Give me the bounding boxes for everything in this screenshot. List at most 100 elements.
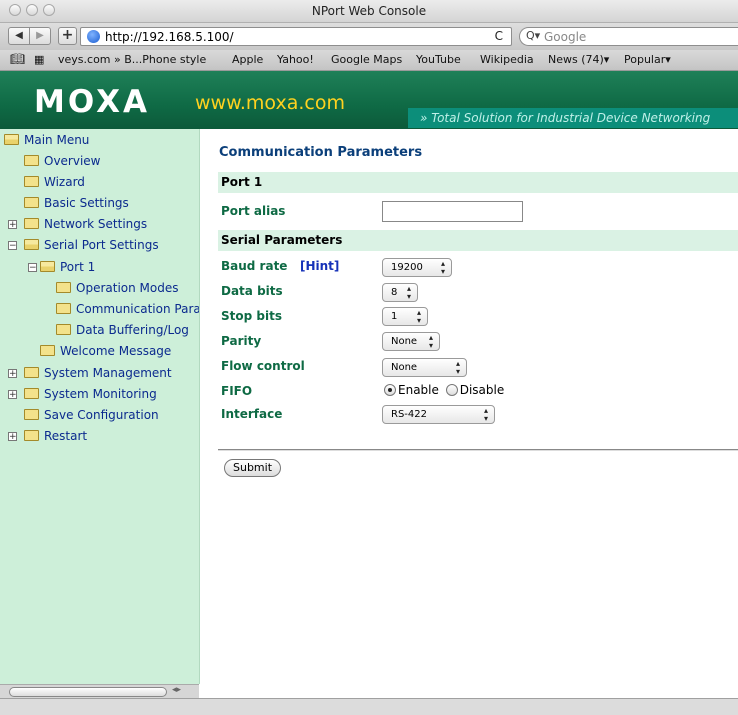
folder-icon [24, 388, 39, 399]
folder-icon [24, 176, 39, 187]
moxa-banner: MOXA www.moxa.com » Total Solution for I… [0, 71, 738, 129]
hint-link[interactable]: [Hint] [300, 259, 339, 273]
sidebar-item-label: Overview [44, 154, 101, 168]
back-button[interactable]: ◀ [8, 27, 30, 45]
select-arrows-icon: ▴ ▾ [483, 406, 488, 423]
bookmark-google-maps[interactable]: Google Maps [331, 53, 402, 66]
expand-icon[interactable]: + [8, 390, 17, 400]
sidebar-item-label: Main Menu [24, 133, 90, 147]
sidebar-item-wizard[interactable]: Wizard [24, 175, 85, 189]
sidebar-item-label: Restart [44, 429, 88, 443]
slogan: » Total Solution for Industrial Device N… [408, 108, 738, 128]
folder-icon [24, 197, 39, 208]
grid-icon[interactable]: ▦ [34, 53, 44, 66]
forward-button[interactable]: ▶ [29, 27, 51, 45]
fifo-label: FIFO [221, 384, 253, 398]
select-arrows-icon: ▴ ▾ [428, 333, 433, 350]
bookmark-youtube[interactable]: YouTube [416, 53, 461, 66]
parity-select[interactable]: None ▴ ▾ [382, 332, 440, 351]
sidebar-item-serial-port-settings[interactable]: Serial Port Settings [24, 238, 159, 252]
sidebar-item-save-configuration[interactable]: Save Configuration [24, 408, 159, 422]
baud-rate-text: Baud rate [221, 259, 288, 273]
fifo-enable-radio[interactable] [384, 384, 396, 396]
sidebar-item-network-settings[interactable]: Network Settings [24, 217, 147, 231]
flow-control-select[interactable]: None ▴ ▾ [382, 358, 467, 377]
folder-icon [24, 409, 39, 420]
flow-control-value: None [391, 362, 418, 373]
parity-label: Parity [221, 334, 262, 348]
site-link[interactable]: www.moxa.com [195, 92, 345, 114]
site-globe-icon [87, 30, 100, 43]
section-serial-parameters: Serial Parameters [218, 230, 738, 251]
fifo-disable-radio[interactable] [445, 384, 458, 396]
expand-icon[interactable]: + [8, 432, 17, 442]
folder-icon [24, 155, 39, 166]
port-alias-input[interactable] [382, 201, 523, 222]
sidebar-item-label: System Management [44, 366, 172, 380]
address-bar[interactable]: http://192.168.5.100/ C [80, 27, 512, 46]
browser-toolbar: ◀ ▶ + http://192.168.5.100/ C Q▾ Google [0, 23, 738, 50]
baud-rate-label: Baud rate [Hint] [221, 259, 339, 273]
port-alias-label: Port alias [221, 204, 286, 218]
search-icon: Q▾ [526, 29, 541, 42]
data-bits-label: Data bits [221, 284, 283, 298]
sidebar-item-restart[interactable]: Restart [24, 429, 87, 443]
select-arrows-icon: ▴ ▾ [455, 359, 460, 376]
sidebar-item-label: Wizard [44, 175, 85, 189]
interface-value: RS-422 [391, 409, 427, 420]
collapse-icon[interactable]: − [28, 263, 37, 273]
status-bar [0, 698, 738, 715]
sidebar-item-system-monitoring[interactable]: System Monitoring [24, 387, 157, 401]
sidebar-item-main-menu[interactable]: Main Menu [4, 133, 89, 147]
bookmark-popular[interactable]: Popular▾ [624, 53, 671, 66]
bookmark-wikipedia[interactable]: Wikipedia [480, 53, 534, 66]
sidebar-item-port-1[interactable]: Port 1 [40, 260, 95, 274]
baud-rate-select[interactable]: 19200 ▴ ▾ [382, 258, 452, 277]
open-book-icon[interactable]: 📖︎ [10, 52, 25, 66]
folder-icon [24, 218, 39, 229]
interface-select[interactable]: RS-422 ▴ ▾ [382, 405, 495, 424]
scrollbar-thumb[interactable] [9, 687, 167, 697]
bookmark-veys[interactable]: veys.com » B...Phone style [58, 53, 206, 66]
open-folder-icon [40, 261, 55, 272]
open-folder-icon [24, 239, 39, 250]
data-bits-select[interactable]: 8 ▴ ▾ [382, 283, 418, 302]
expand-icon[interactable]: + [8, 220, 17, 230]
sidebar-item-data-buffering[interactable]: Data Buffering/Log [56, 323, 189, 337]
window-titlebar: NPort Web Console [0, 0, 738, 23]
stop-bits-label: Stop bits [221, 309, 282, 323]
collapse-icon[interactable]: − [8, 241, 17, 251]
sidebar-item-welcome-message[interactable]: Welcome Message [40, 344, 171, 358]
fifo-disable-label: Disable [459, 383, 505, 397]
scroll-arrows-icon[interactable]: ◂▸ [172, 685, 181, 695]
sidebar-item-overview[interactable]: Overview [24, 154, 101, 168]
fifo-enable-label: Enable [398, 383, 439, 397]
sidebar-item-basic-settings[interactable]: Basic Settings [24, 196, 129, 210]
sidebar-item-label: Save Configuration [44, 408, 159, 422]
form-divider [218, 449, 738, 451]
search-input[interactable]: Q▾ Google [519, 27, 738, 46]
expand-icon[interactable]: + [8, 369, 17, 379]
open-folder-icon [4, 134, 19, 145]
interface-label: Interface [221, 407, 283, 421]
sidebar-item-label: Data Buffering/Log [76, 323, 189, 337]
sidebar-menu: Main Menu Overview Wizard Basic Settings… [0, 129, 200, 684]
stop-bits-select[interactable]: 1 ▴ ▾ [382, 307, 428, 326]
folder-icon [56, 324, 71, 335]
folder-icon [56, 303, 71, 314]
sidebar-item-label: Communication Parameters [76, 302, 200, 316]
sidebar-horizontal-scrollbar[interactable]: ◂▸ [0, 684, 199, 699]
sidebar-item-operation-modes[interactable]: Operation Modes [56, 281, 178, 295]
bookmark-yahoo[interactable]: Yahoo! [277, 53, 314, 66]
sidebar-item-system-management[interactable]: System Management [24, 366, 172, 380]
section-port-1: Port 1 [218, 172, 738, 193]
bookmark-news[interactable]: News (74)▾ [548, 53, 609, 66]
moxa-logo: MOXA [34, 84, 150, 120]
add-bookmark-button[interactable]: + [58, 27, 77, 45]
stop-bits-value: 1 [391, 311, 398, 322]
bookmark-apple[interactable]: Apple [232, 53, 263, 66]
folder-icon [24, 367, 39, 378]
sidebar-item-communication-parameters[interactable]: Communication Parameters [56, 302, 200, 316]
reload-icon[interactable]: C [495, 29, 503, 43]
submit-button[interactable]: Submit [224, 459, 282, 477]
